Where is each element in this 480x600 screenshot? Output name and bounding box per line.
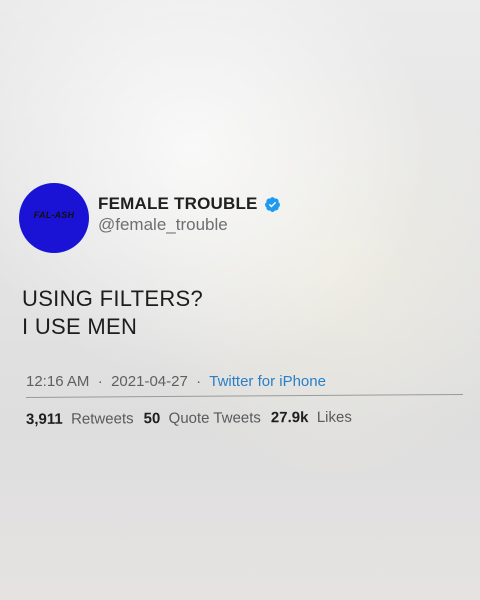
quote-tweets-stat[interactable]: 50 Quote Tweets: [144, 409, 261, 427]
tweet-line: USING FILTERS?: [22, 286, 204, 311]
quote-tweets-count: 50: [143, 410, 165, 428]
tweet-stats: 3,911 Retweets 50 Quote Tweets 27.9k Lik…: [26, 409, 362, 428]
display-name[interactable]: FEMALE TROUBLE: [98, 194, 258, 214]
tweet-meta: 12:16 AM · 2021-04-27 · Twitter for iPho…: [26, 373, 326, 390]
tweet-time[interactable]: 12:16 AM: [26, 373, 89, 390]
tweet-source-link[interactable]: Twitter for iPhone: [209, 373, 326, 390]
avatar-label: FAL-ASH: [33, 210, 75, 220]
meta-separator: ·: [93, 373, 107, 390]
tweet-text: USING FILTERS? I USE MEN: [22, 285, 203, 341]
tweet-screen: FAL-ASH FEMALE TROUBLE @female_trouble U…: [0, 0, 480, 600]
likes-stat[interactable]: 27.9k Likes: [271, 409, 352, 427]
avatar[interactable]: FAL-ASH: [19, 183, 89, 253]
user-handle[interactable]: @female_trouble: [98, 215, 228, 235]
retweets-stat[interactable]: 3,911 Retweets: [26, 410, 134, 428]
retweets-label: Retweets: [71, 410, 134, 428]
tweet-line: I USE MEN: [22, 314, 138, 339]
likes-label: Likes: [316, 408, 352, 426]
meta-separator: ·: [191, 373, 206, 390]
divider: [25, 393, 463, 398]
retweets-count: 3,911: [25, 410, 67, 428]
likes-count: 27.9k: [270, 408, 313, 427]
verified-badge-icon: [264, 196, 280, 212]
display-name-row: FEMALE TROUBLE: [98, 194, 281, 214]
tweet-date[interactable]: 2021-04-27: [111, 373, 188, 390]
quote-tweets-label: Quote Tweets: [168, 409, 261, 428]
